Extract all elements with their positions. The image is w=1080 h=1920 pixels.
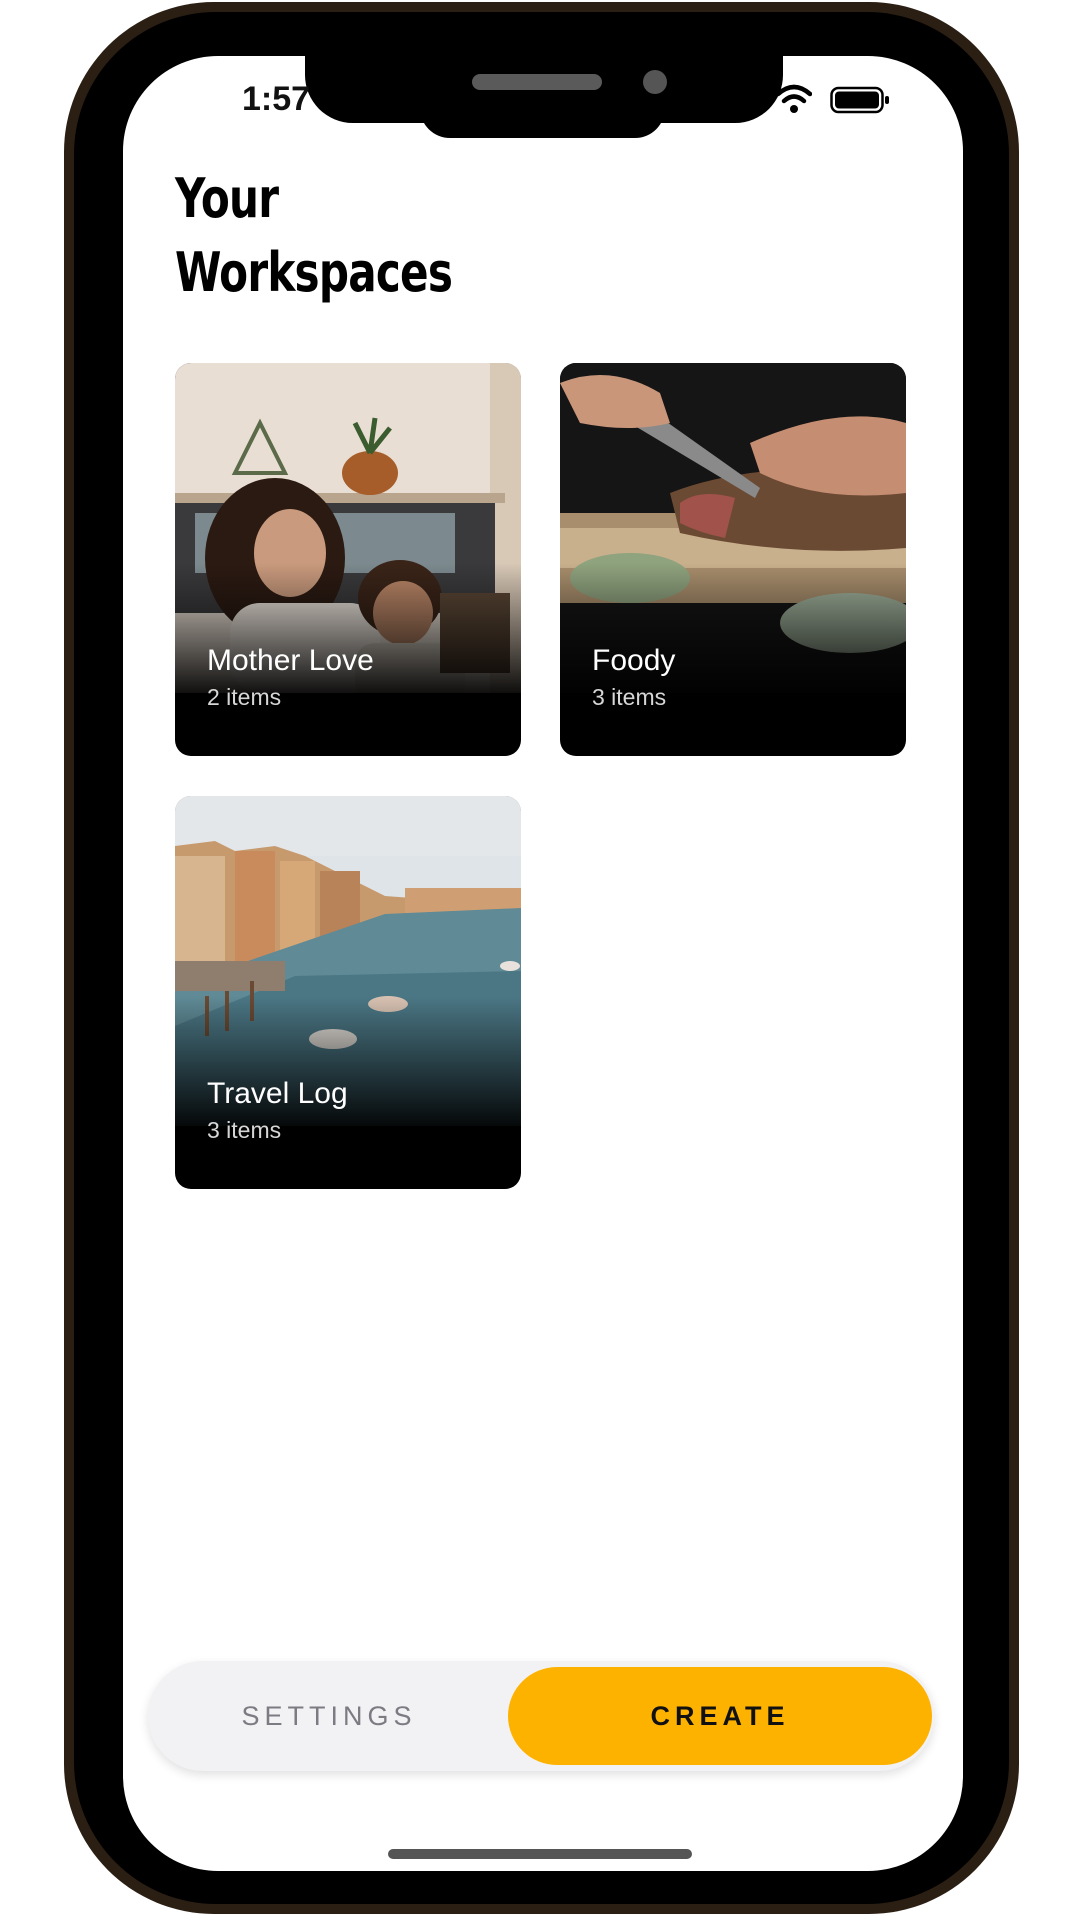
workspace-card-mother-love[interactable]: Mother Love 2 items bbox=[175, 363, 521, 756]
workspace-card-foody[interactable]: Foody 3 items bbox=[560, 363, 906, 756]
notch-lip bbox=[420, 100, 665, 138]
workspace-item-count: 3 items bbox=[592, 684, 667, 710]
wifi-icon bbox=[776, 84, 812, 113]
front-camera bbox=[643, 70, 667, 94]
create-button[interactable]: CREATE bbox=[508, 1667, 932, 1765]
card-gradient bbox=[175, 563, 521, 703]
workspace-card-travel-log[interactable]: Travel Log 3 items bbox=[175, 796, 521, 1189]
workspace-title: Mother Love bbox=[207, 644, 374, 677]
page-title: Your Workspaces bbox=[175, 167, 453, 304]
workspace-title: Travel Log bbox=[207, 1077, 348, 1110]
status-time: 1:57 bbox=[242, 80, 311, 118]
workspace-item-count: 3 items bbox=[207, 1117, 282, 1143]
card-gradient bbox=[175, 996, 521, 1136]
battery-icon bbox=[830, 86, 889, 114]
settings-button[interactable]: SETTINGS bbox=[148, 1661, 510, 1771]
home-indicator[interactable] bbox=[388, 1849, 692, 1859]
card-gradient bbox=[560, 563, 906, 703]
speaker-grille bbox=[472, 74, 602, 90]
workspace-title: Foody bbox=[592, 644, 676, 677]
workspace-item-count: 2 items bbox=[207, 684, 282, 710]
